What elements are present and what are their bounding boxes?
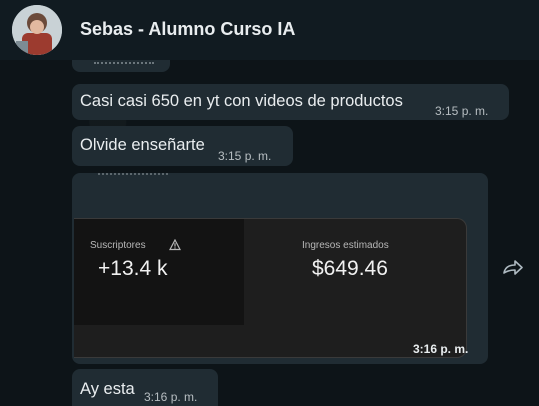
subscribers-panel: Suscriptores +13.4 k — [74, 219, 244, 325]
avatar[interactable] — [12, 5, 62, 55]
revenue-label: Ingresos estimados — [302, 240, 389, 251]
message-time: 3:16 p. m. — [413, 342, 469, 356]
subscribers-value: +13.4 k — [98, 257, 168, 280]
revenue-value: $649.46 — [312, 257, 388, 280]
warning-icon — [169, 239, 181, 251]
image-message[interactable]: Suscriptores +13.4 k Ingresos estimados … — [72, 173, 488, 364]
message-time: 3:16 p. m. — [144, 390, 198, 404]
message-text: Olvide enseñarte — [80, 136, 205, 154]
previous-message-bubble[interactable] — [72, 60, 170, 72]
message-bubble[interactable]: Casi casi 650 en yt con videos de produc… — [72, 84, 509, 120]
message-time: 3:15 p. m. — [218, 149, 272, 163]
message-text: Ay esta — [80, 380, 135, 398]
cropped-text — [98, 173, 168, 179]
chat-header[interactable]: Sebas - Alumno Curso IA — [0, 0, 539, 60]
message-bubble[interactable]: Ay esta 3:16 p. m. — [72, 369, 218, 406]
truncated-text — [94, 62, 154, 66]
avatar-image — [12, 5, 62, 55]
subscribers-label: Suscriptores — [90, 240, 146, 251]
message-time: 3:15 p. m. — [435, 104, 489, 118]
stats-screenshot: Suscriptores +13.4 k Ingresos estimados … — [74, 218, 467, 358]
message-bubble[interactable]: Olvide enseñarte 3:15 p. m. — [72, 126, 293, 166]
contact-name[interactable]: Sebas - Alumno Curso IA — [80, 19, 295, 40]
forward-icon[interactable] — [499, 254, 527, 282]
message-text: Casi casi 650 en yt con videos de produc… — [80, 92, 403, 110]
